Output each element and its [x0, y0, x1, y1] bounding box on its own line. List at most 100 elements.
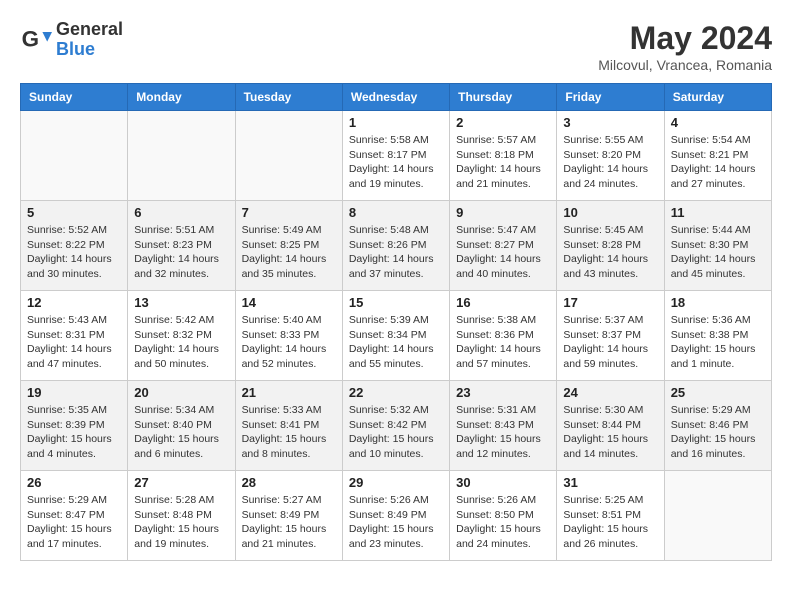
day-cell: 2 Sunrise: 5:57 AMSunset: 8:18 PMDaylight… — [450, 111, 557, 201]
header-row: SundayMondayTuesdayWednesdayThursdayFrid… — [21, 84, 772, 111]
day-info: Sunrise: 5:45 AMSunset: 8:28 PMDaylight:… — [563, 223, 657, 282]
day-cell: 9 Sunrise: 5:47 AMSunset: 8:27 PMDaylight… — [450, 201, 557, 291]
day-cell: 24Sunrise: 5:30 AMSunset: 8:44 PMDayligh… — [557, 381, 664, 471]
day-number: 6 — [134, 205, 228, 220]
day-number: 21 — [242, 385, 336, 400]
day-cell: 21 Sunrise: 5:33 AMSunset: 8:41 PMDayligh… — [235, 381, 342, 471]
day-number: 5 — [27, 205, 121, 220]
day-info: Sunrise: 5:33 AMSunset: 8:41 PMDaylight:… — [242, 403, 336, 462]
day-cell: 18 Sunrise: 5:36 AMSunset: 8:38 PMDayligh… — [664, 291, 771, 381]
day-number: 2 — [456, 115, 550, 130]
day-cell — [21, 111, 128, 201]
day-number: 27 — [134, 475, 228, 490]
col-header-wednesday: Wednesday — [342, 84, 449, 111]
day-info: Sunrise: 5:58 AMSunset: 8:17 PMDaylight:… — [349, 133, 443, 192]
day-cell: 19 Sunrise: 5:35 AMSunset: 8:39 PMDayligh… — [21, 381, 128, 471]
week-row-5: 26 Sunrise: 5:29 AMSunset: 8:47 PMDayligh… — [21, 471, 772, 561]
day-cell: 12 Sunrise: 5:43 AMSunset: 8:31 PMDayligh… — [21, 291, 128, 381]
day-info: Sunrise: 5:57 AMSunset: 8:18 PMDaylight:… — [456, 133, 550, 192]
day-info: Sunrise: 5:39 AMSunset: 8:34 PMDaylight:… — [349, 313, 443, 372]
day-info: Sunrise: 5:55 AMSunset: 8:20 PMDaylight:… — [563, 133, 657, 192]
day-cell: 13Sunrise: 5:42 AMSunset: 8:32 PMDayligh… — [128, 291, 235, 381]
col-header-friday: Friday — [557, 84, 664, 111]
day-cell: 20 Sunrise: 5:34 AMSunset: 8:40 PMDayligh… — [128, 381, 235, 471]
day-info: Sunrise: 5:44 AMSunset: 8:30 PMDaylight:… — [671, 223, 765, 282]
location: Milcovul, Vrancea, Romania — [598, 57, 772, 73]
day-number: 9 — [456, 205, 550, 220]
day-number: 10 — [563, 205, 657, 220]
day-info: Sunrise: 5:37 AMSunset: 8:37 PMDaylight:… — [563, 313, 657, 372]
day-cell: 14Sunrise: 5:40 AMSunset: 8:33 PMDayligh… — [235, 291, 342, 381]
day-cell — [664, 471, 771, 561]
day-number: 31 — [563, 475, 657, 490]
day-info: Sunrise: 5:48 AMSunset: 8:26 PMDaylight:… — [349, 223, 443, 282]
week-row-4: 19 Sunrise: 5:35 AMSunset: 8:39 PMDayligh… — [21, 381, 772, 471]
day-info: Sunrise: 5:26 AMSunset: 8:50 PMDaylight:… — [456, 493, 550, 552]
calendar: SundayMondayTuesdayWednesdayThursdayFrid… — [20, 83, 772, 561]
day-number: 28 — [242, 475, 336, 490]
day-cell: 10 Sunrise: 5:45 AMSunset: 8:28 PMDayligh… — [557, 201, 664, 291]
day-info: Sunrise: 5:29 AMSunset: 8:47 PMDaylight:… — [27, 493, 121, 552]
day-number: 18 — [671, 295, 765, 310]
day-number: 13 — [134, 295, 228, 310]
day-number: 22 — [349, 385, 443, 400]
day-info: Sunrise: 5:47 AMSunset: 8:27 PMDaylight:… — [456, 223, 550, 282]
day-info: Sunrise: 5:54 AMSunset: 8:21 PMDaylight:… — [671, 133, 765, 192]
day-number: 26 — [27, 475, 121, 490]
day-cell: 22Sunrise: 5:32 AMSunset: 8:42 PMDayligh… — [342, 381, 449, 471]
col-header-saturday: Saturday — [664, 84, 771, 111]
day-cell: 16 Sunrise: 5:38 AMSunset: 8:36 PMDayligh… — [450, 291, 557, 381]
logo-text: General Blue — [56, 20, 123, 60]
day-number: 15 — [349, 295, 443, 310]
day-number: 3 — [563, 115, 657, 130]
day-info: Sunrise: 5:34 AMSunset: 8:40 PMDaylight:… — [134, 403, 228, 462]
day-info: Sunrise: 5:51 AMSunset: 8:23 PMDaylight:… — [134, 223, 228, 282]
day-number: 14 — [242, 295, 336, 310]
day-info: Sunrise: 5:52 AMSunset: 8:22 PMDaylight:… — [27, 223, 121, 282]
day-cell: 8Sunrise: 5:48 AMSunset: 8:26 PMDaylight… — [342, 201, 449, 291]
day-cell: 7Sunrise: 5:49 AMSunset: 8:25 PMDaylight… — [235, 201, 342, 291]
day-info: Sunrise: 5:31 AMSunset: 8:43 PMDaylight:… — [456, 403, 550, 462]
day-cell: 4Sunrise: 5:54 AMSunset: 8:21 PMDaylight… — [664, 111, 771, 201]
day-cell: 30Sunrise: 5:26 AMSunset: 8:50 PMDayligh… — [450, 471, 557, 561]
day-info: Sunrise: 5:36 AMSunset: 8:38 PMDaylight:… — [671, 313, 765, 372]
day-cell: 5 Sunrise: 5:52 AMSunset: 8:22 PMDaylight… — [21, 201, 128, 291]
day-number: 20 — [134, 385, 228, 400]
day-number: 23 — [456, 385, 550, 400]
day-cell: 6 Sunrise: 5:51 AMSunset: 8:23 PMDaylight… — [128, 201, 235, 291]
col-header-monday: Monday — [128, 84, 235, 111]
col-header-tuesday: Tuesday — [235, 84, 342, 111]
day-number: 16 — [456, 295, 550, 310]
logo: G General Blue — [20, 20, 123, 60]
day-cell — [235, 111, 342, 201]
day-info: Sunrise: 5:30 AMSunset: 8:44 PMDaylight:… — [563, 403, 657, 462]
day-info: Sunrise: 5:35 AMSunset: 8:39 PMDaylight:… — [27, 403, 121, 462]
day-info: Sunrise: 5:43 AMSunset: 8:31 PMDaylight:… — [27, 313, 121, 372]
col-header-sunday: Sunday — [21, 84, 128, 111]
title-block: May 2024 Milcovul, Vrancea, Romania — [598, 20, 772, 73]
day-cell: 25Sunrise: 5:29 AMSunset: 8:46 PMDayligh… — [664, 381, 771, 471]
day-info: Sunrise: 5:25 AMSunset: 8:51 PMDaylight:… — [563, 493, 657, 552]
day-number: 1 — [349, 115, 443, 130]
svg-text:G: G — [22, 26, 39, 51]
day-cell: 17 Sunrise: 5:37 AMSunset: 8:37 PMDayligh… — [557, 291, 664, 381]
day-info: Sunrise: 5:26 AMSunset: 8:49 PMDaylight:… — [349, 493, 443, 552]
day-number: 17 — [563, 295, 657, 310]
day-cell: 31 Sunrise: 5:25 AMSunset: 8:51 PMDayligh… — [557, 471, 664, 561]
day-cell: 28 Sunrise: 5:27 AMSunset: 8:49 PMDayligh… — [235, 471, 342, 561]
day-info: Sunrise: 5:27 AMSunset: 8:49 PMDaylight:… — [242, 493, 336, 552]
day-number: 11 — [671, 205, 765, 220]
day-number: 19 — [27, 385, 121, 400]
day-info: Sunrise: 5:38 AMSunset: 8:36 PMDaylight:… — [456, 313, 550, 372]
day-cell: 29Sunrise: 5:26 AMSunset: 8:49 PMDayligh… — [342, 471, 449, 561]
month-year: May 2024 — [598, 20, 772, 57]
day-cell: 26 Sunrise: 5:29 AMSunset: 8:47 PMDayligh… — [21, 471, 128, 561]
logo-blue: Blue — [56, 40, 123, 60]
day-cell — [128, 111, 235, 201]
week-row-3: 12 Sunrise: 5:43 AMSunset: 8:31 PMDayligh… — [21, 291, 772, 381]
day-number: 12 — [27, 295, 121, 310]
col-header-thursday: Thursday — [450, 84, 557, 111]
page-header: G General Blue May 2024 Milcovul, Vrance… — [20, 20, 772, 73]
day-info: Sunrise: 5:49 AMSunset: 8:25 PMDaylight:… — [242, 223, 336, 282]
day-cell: 23 Sunrise: 5:31 AMSunset: 8:43 PMDayligh… — [450, 381, 557, 471]
